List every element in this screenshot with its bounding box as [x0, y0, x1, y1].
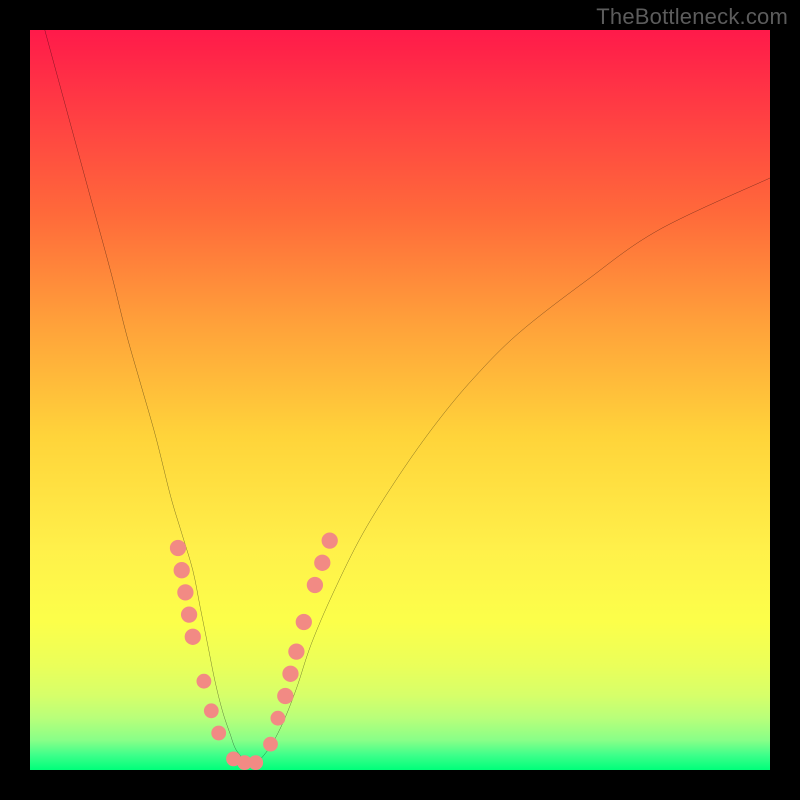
data-marker: [211, 726, 226, 741]
data-marker: [277, 688, 293, 704]
data-marker: [204, 703, 219, 718]
data-marker: [271, 711, 286, 726]
data-marker: [288, 643, 304, 659]
watermark-text: TheBottleneck.com: [596, 4, 788, 30]
data-marker: [177, 584, 193, 600]
chart-frame: TheBottleneck.com: [0, 0, 800, 800]
data-marker: [185, 629, 201, 645]
data-marker: [307, 577, 323, 593]
data-marker: [263, 737, 278, 752]
curve-layer: [45, 30, 770, 764]
chart-svg: [30, 30, 770, 770]
plot-area: [30, 30, 770, 770]
data-marker: [170, 540, 186, 556]
marker-layer: [170, 532, 338, 770]
data-marker: [181, 606, 197, 622]
data-marker: [282, 666, 298, 682]
data-marker: [197, 674, 212, 689]
data-marker: [248, 755, 263, 770]
bottleneck-curve: [45, 30, 770, 764]
data-marker: [322, 532, 338, 548]
data-marker: [314, 555, 330, 571]
data-marker: [174, 562, 190, 578]
data-marker: [296, 614, 312, 630]
